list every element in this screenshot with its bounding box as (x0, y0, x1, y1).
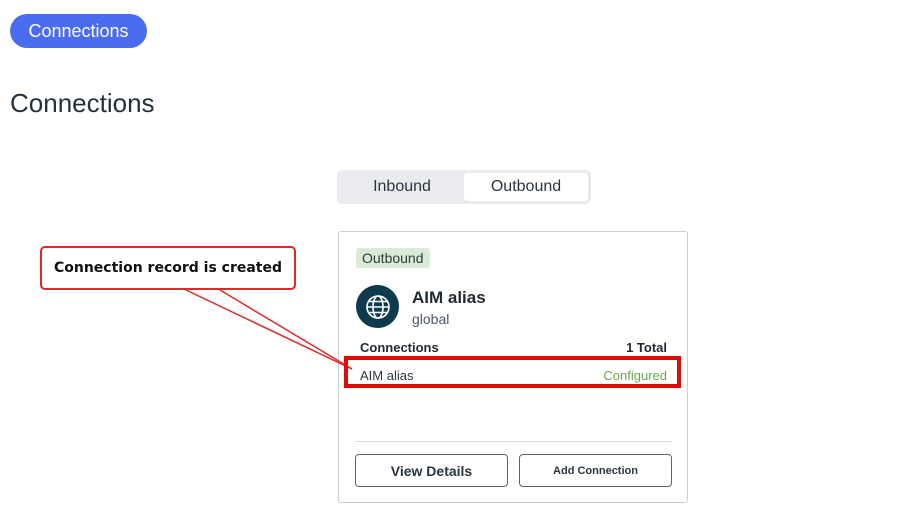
annotation-callout: Connection record is created (40, 246, 296, 290)
connections-page: Connections Connections Inbound Outbound… (0, 0, 900, 528)
annotation-highlight (344, 356, 681, 388)
